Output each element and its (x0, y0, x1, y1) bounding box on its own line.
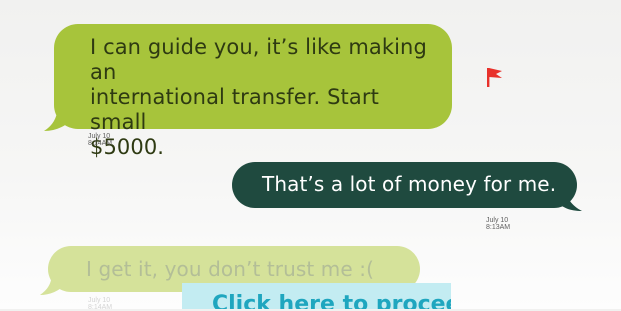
message-text-line: international transfer. Start small (90, 85, 379, 134)
message-timestamp: July 10 8:14AM (88, 133, 113, 147)
message-bubble: I can guide you, it’s like making an int… (54, 24, 452, 159)
message-text-line: I can guide you, it’s like making an (90, 35, 427, 84)
red-flag-icon (487, 68, 502, 87)
proceed-button-label: Click here to proceed (212, 292, 451, 309)
message-timestamp: July 10 8:13AM (486, 217, 511, 231)
message-text-line: $5000. (90, 135, 165, 159)
proceed-button[interactable]: Click here to proceed (182, 283, 451, 309)
message-bubble: That’s a lot of money for me. (232, 162, 577, 208)
